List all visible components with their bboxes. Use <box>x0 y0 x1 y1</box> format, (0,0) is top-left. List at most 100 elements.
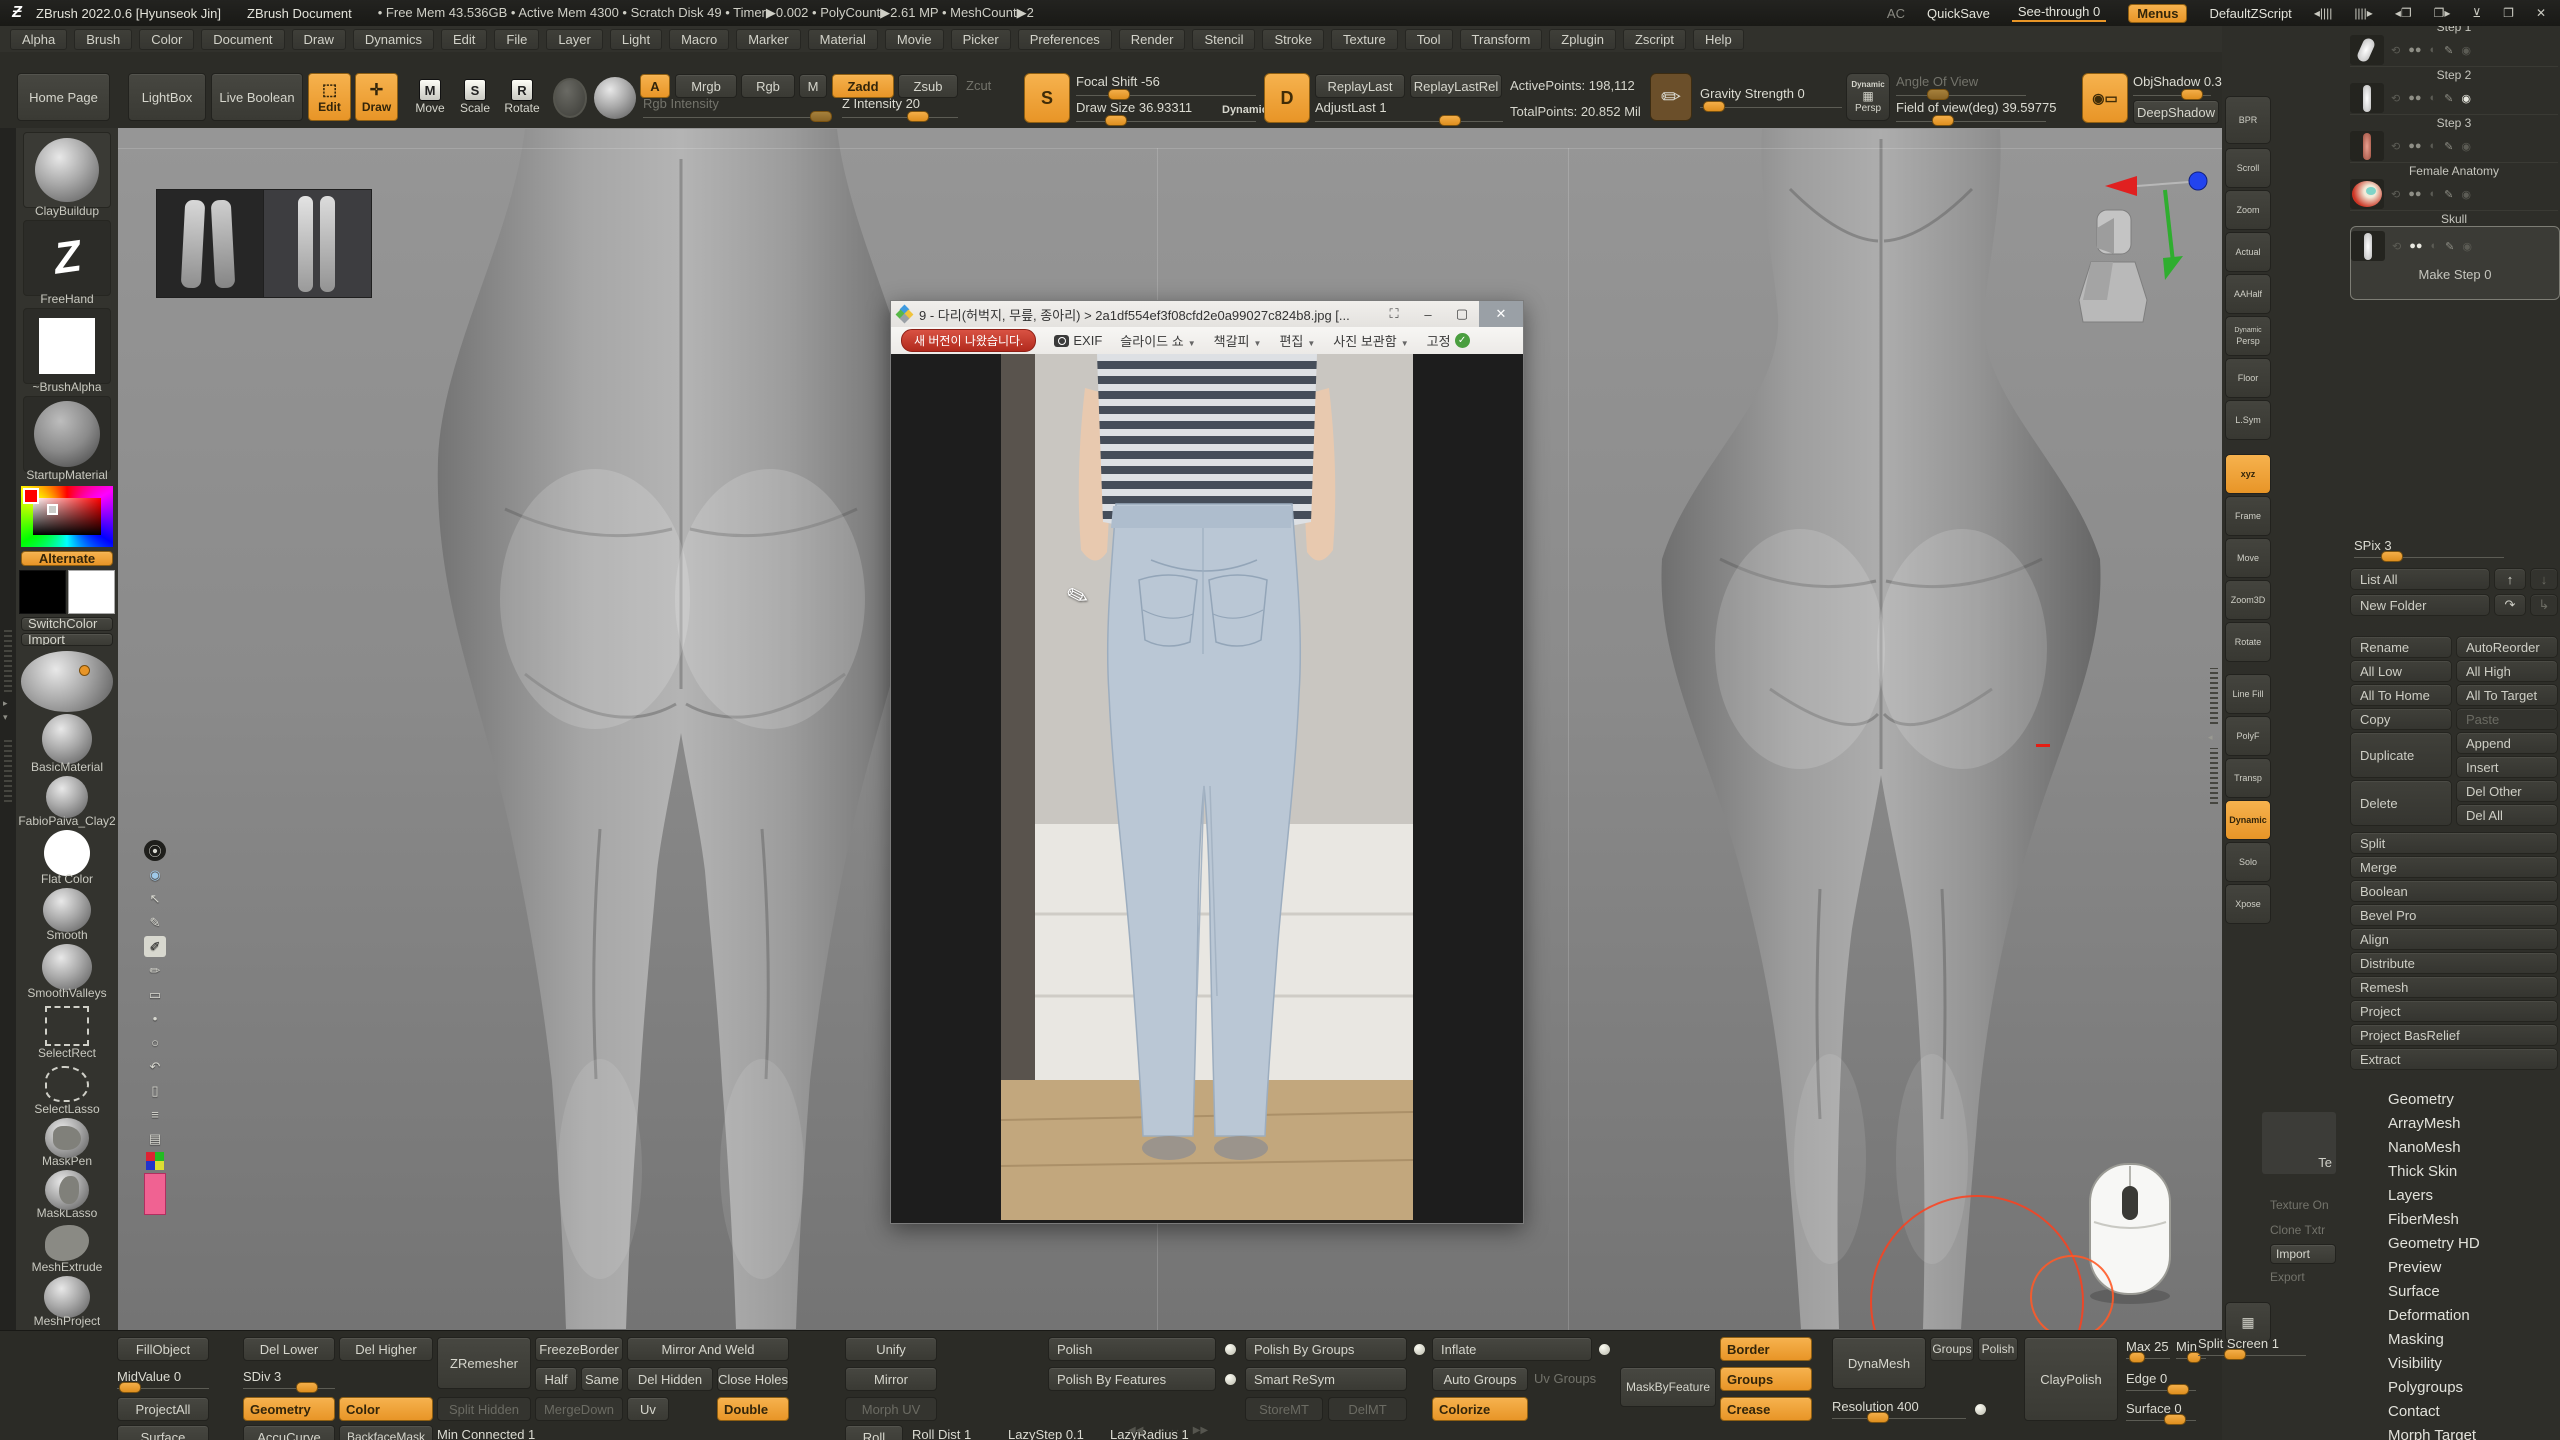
inflate-button[interactable]: Inflate <box>1432 1337 1592 1361</box>
camera-icon[interactable]: ◉▭ <box>2082 73 2128 123</box>
menu-texture[interactable]: Texture <box>1331 29 1398 50</box>
secondary-color-swatch[interactable] <box>68 570 115 614</box>
brush-mesh-project[interactable]: MeshProject <box>21 1276 113 1330</box>
max-slider[interactable]: Max 25 <box>2126 1339 2170 1359</box>
del-lower-button[interactable]: Del Lower <box>243 1337 335 1361</box>
paste-button[interactable]: Paste <box>2456 708 2558 730</box>
rotate-button[interactable]: R Rotate <box>500 73 544 121</box>
clay-polish-button[interactable]: ClayPolish <box>2024 1337 2118 1421</box>
boolean-button[interactable]: Boolean <box>2350 880 2558 902</box>
smart-resym-button[interactable]: Smart ReSym <box>1245 1367 1407 1391</box>
texture-on-button[interactable]: Texture On <box>2270 1198 2329 1212</box>
menu-stencil[interactable]: Stencil <box>1192 29 1255 50</box>
menu-stroke[interactable]: Stroke <box>1262 29 1324 50</box>
photo-window-titlebar[interactable]: 9 - 다리(허벅지, 무릎, 종아리) > 2a1df554ef3f08cfd… <box>891 301 1523 327</box>
brush-smooth-valleys[interactable]: SmoothValleys <box>21 944 113 1002</box>
menu-file[interactable]: File <box>494 29 539 50</box>
tray-collapse-right-icon[interactable]: ||||▸ <box>2354 6 2373 20</box>
menu-alpha[interactable]: Alpha <box>10 29 67 50</box>
menu-marker[interactable]: Marker <box>736 29 800 50</box>
lazy-step-slider[interactable]: LazyStep 0.1 <box>1008 1427 1104 1440</box>
menu-picker[interactable]: Picker <box>951 29 1011 50</box>
zcut-button[interactable]: Zcut <box>966 78 991 93</box>
menu-edit[interactable]: Edit <box>441 29 487 50</box>
zremesher-button[interactable]: ZRemesher <box>437 1337 531 1389</box>
step-pair-icon[interactable]: ●● <box>2408 140 2421 152</box>
polish-by-groups-button[interactable]: Polish By Groups <box>1245 1337 1407 1361</box>
section-preview[interactable]: Preview <box>2350 1256 2560 1280</box>
section-visibility[interactable]: Visibility <box>2350 1352 2560 1376</box>
subtool-step-2[interactable]: Step 2 ⟲ ●● ◐ ✎ ◉ <box>2350 68 2558 115</box>
all-low-button[interactable]: All Low <box>2350 660 2452 682</box>
menu-dynamics[interactable]: Dynamics <box>353 29 434 50</box>
edge-slider[interactable]: Edge 0 <box>2126 1371 2196 1391</box>
adjust-last-slider[interactable]: AdjustLast 1 <box>1315 100 1503 122</box>
bevel-pro-button[interactable]: Bevel Pro <box>2350 904 2558 926</box>
layers-icon[interactable]: ≡ <box>144 1104 166 1125</box>
rgb-intensity-slider[interactable]: Rgb Intensity <box>643 96 823 118</box>
split-screen-slider[interactable]: Split Screen 1 <box>2198 1336 2306 1356</box>
move-up-folder-button[interactable]: ↷ <box>2494 594 2526 616</box>
step-pair-icon[interactable]: ●● <box>2408 92 2421 104</box>
alpha-brushalpha[interactable]: ~BrushAlpha <box>21 308 113 396</box>
fill-object-button[interactable]: FillObject <box>117 1337 209 1361</box>
subtool-down-button[interactable]: ↓ <box>2530 568 2558 590</box>
groups-toggle[interactable]: Groups <box>1720 1367 1812 1391</box>
shelf-zoom-button[interactable]: Zoom <box>2225 190 2271 230</box>
section-fibermesh[interactable]: FiberMesh <box>2350 1208 2560 1232</box>
polish-mode-dot[interactable] <box>1224 1343 1237 1356</box>
color-picker-inner[interactable] <box>33 498 101 535</box>
align-button[interactable]: Align <box>2350 928 2558 950</box>
brush-select-lasso[interactable]: SelectLasso <box>21 1062 113 1118</box>
mrgb-button[interactable]: Mrgb <box>675 74 737 98</box>
menu-preferences[interactable]: Preferences <box>1018 29 1112 50</box>
auto-groups-button[interactable]: Auto Groups <box>1432 1367 1528 1391</box>
window-maximize-icon[interactable]: ▢ <box>1445 301 1479 327</box>
pin-toggle[interactable]: 고정 ✓ <box>1427 331 1470 350</box>
colorize-toggle[interactable]: Colorize <box>1432 1397 1528 1421</box>
roll-button[interactable]: Roll <box>845 1425 903 1440</box>
undo-icon[interactable]: ↶ <box>144 1056 166 1077</box>
shelf-solo-button[interactable]: Solo <box>2225 842 2271 882</box>
canvas-scroll-strip[interactable]: ◀◀ ······· ▶▶ <box>1128 1425 1208 1436</box>
brush-mask-lasso[interactable]: MaskLasso <box>21 1170 113 1222</box>
subtool-skull[interactable]: Skull <box>2350 212 2558 226</box>
section-arraymesh[interactable]: ArrayMesh <box>2350 1112 2560 1136</box>
double-toggle[interactable]: Double <box>717 1397 789 1421</box>
remesh-button[interactable]: Remesh <box>2350 976 2558 998</box>
dynamesh-button[interactable]: DynaMesh <box>1832 1337 1926 1389</box>
border-toggle[interactable]: Border <box>1720 1337 1812 1361</box>
texture-import-button[interactable]: Import <box>2270 1244 2336 1264</box>
step-eye-icon[interactable]: ◉ <box>2461 140 2471 153</box>
shelf-scroll-button[interactable]: Scroll <box>2225 148 2271 188</box>
loupe-icon[interactable]: ○ <box>144 1032 166 1053</box>
subtool-make-step-0[interactable]: ⟲ ●● ◐ ✎ ◉ Make Step 0 <box>2350 226 2560 300</box>
shelf-xpose-button[interactable]: Xpose <box>2225 884 2271 924</box>
alternate-button[interactable]: Alternate <box>21 551 113 566</box>
surface-button[interactable]: Surface <box>117 1425 209 1440</box>
photo-library-dropdown[interactable]: 사진 보관함▼ <box>1333 331 1408 350</box>
pencil-icon[interactable]: ✏ <box>144 960 166 981</box>
section-surface[interactable]: Surface <box>2350 1280 2560 1304</box>
resolution-mode-dot[interactable] <box>1974 1403 1987 1416</box>
menu-draw[interactable]: Draw <box>292 29 346 50</box>
bookmark-dropdown[interactable]: 책갈피▼ <box>1214 331 1262 350</box>
pointer-icon[interactable]: ↖ <box>144 888 166 909</box>
material-flat-color[interactable]: Flat Color <box>21 830 113 888</box>
step-half-icon[interactable]: ◐ <box>2431 240 2438 252</box>
draw-button[interactable]: ✛ Draw <box>355 73 398 121</box>
pink-swatch[interactable] <box>144 1173 166 1215</box>
field-of-view-slider[interactable]: Field of view(deg) 39.59775 <box>1896 100 2046 122</box>
zsub-button[interactable]: Zsub <box>898 74 958 98</box>
sculptris-d-icon[interactable]: D <box>1264 73 1310 123</box>
section-contact[interactable]: Contact <box>2350 1400 2560 1424</box>
dot-brush-icon[interactable]: • <box>144 1008 166 1029</box>
menu-render[interactable]: Render <box>1119 29 1186 50</box>
project-all-button[interactable]: ProjectAll <box>117 1397 209 1421</box>
shelf-frame-button[interactable]: Frame <box>2225 496 2271 536</box>
photo-viewer-window[interactable]: 9 - 다리(허벅지, 무릎, 종아리) > 2a1df554ef3f08cfd… <box>890 300 1524 1224</box>
lightbox-button[interactable]: LightBox <box>128 73 206 121</box>
move-button[interactable]: M Move <box>408 73 452 121</box>
menu-color[interactable]: Color <box>139 29 194 50</box>
dynamesh-polish-button[interactable]: Polish <box>1978 1337 2018 1361</box>
